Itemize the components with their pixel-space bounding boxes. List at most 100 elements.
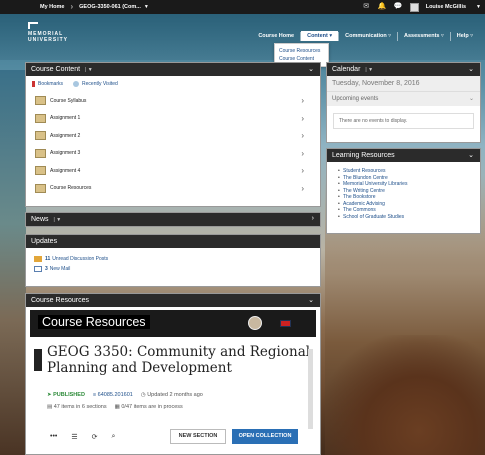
widget-header: Course Resources ⌄ bbox=[26, 294, 320, 307]
widget-menu-icon[interactable]: | ▼ bbox=[365, 67, 373, 73]
discussion-icon bbox=[34, 256, 42, 262]
update-count: 3 bbox=[45, 266, 48, 272]
content-item-label: Assignment 4 bbox=[50, 167, 81, 174]
update-mail[interactable]: 3 New Mail bbox=[26, 264, 320, 274]
main-nav: Course Home Content ▾ Communication ▿ As… bbox=[252, 31, 479, 41]
list-icon[interactable]: ☰ bbox=[71, 433, 77, 441]
widget-title: News bbox=[31, 216, 49, 223]
avatar[interactable] bbox=[409, 2, 419, 12]
widget-title: Learning Resources bbox=[332, 152, 395, 159]
university-logo[interactable]: MEMORIAL UNIVERSITY bbox=[28, 22, 74, 46]
tab-label: Bookmarks bbox=[38, 81, 64, 87]
upcoming-events-label: Upcoming events bbox=[332, 96, 379, 102]
collection-banner: Course Resources bbox=[30, 310, 316, 337]
folder-icon bbox=[35, 131, 46, 141]
learning-resources-widget: Learning Resources ⌄ Student Resources T… bbox=[326, 148, 481, 234]
nav-course-home[interactable]: Course Home bbox=[252, 31, 300, 41]
course-content-widget: Course Content | ▼ ⌄ Bookmarks Recently … bbox=[25, 62, 321, 207]
background-rock bbox=[320, 335, 485, 455]
collection-meta: ➤ PUBLISHED ≡ 64085.201601 ◷ Updated 2 m… bbox=[47, 392, 203, 398]
widget-header: Calendar | ▼ ⌄ bbox=[327, 63, 480, 76]
course-content-tabs: Bookmarks Recently Visited bbox=[26, 76, 320, 92]
chevron-right-icon: › bbox=[301, 166, 304, 176]
widget-title: Updates bbox=[31, 238, 58, 245]
items-count-label: 47 items in 6 sections bbox=[53, 404, 107, 410]
widget-title: Course Resources bbox=[31, 297, 89, 304]
content-item-label: Assignment 3 bbox=[50, 150, 81, 157]
more-icon[interactable]: ••• bbox=[50, 433, 57, 441]
chevron-down-icon[interactable]: ⌄ bbox=[308, 296, 314, 304]
user-name[interactable]: Louise McGillis bbox=[426, 4, 466, 10]
search-icon[interactable]: ⌕ bbox=[112, 433, 116, 441]
chevron-right-icon: › bbox=[301, 131, 304, 141]
upcoming-events-header[interactable]: Upcoming events ⌄ bbox=[327, 92, 480, 106]
course-selector[interactable]: GEOG-3350-061 (Com... bbox=[79, 4, 141, 10]
widget-header: Course Content | ▼ ⌄ bbox=[26, 63, 320, 76]
chevron-right-icon[interactable]: › bbox=[312, 215, 314, 222]
collection-heading: GEOG 3350: Community and Regional Planni… bbox=[47, 344, 311, 376]
language-flag-icon[interactable] bbox=[280, 320, 291, 327]
folder-icon bbox=[35, 166, 46, 176]
folder-icon bbox=[35, 96, 46, 106]
updated-info: ◷ Updated 2 months ago bbox=[140, 392, 203, 398]
course-resources-widget: Course Resources ⌄ Course Resources GEOG… bbox=[25, 293, 321, 455]
avatar[interactable] bbox=[248, 316, 262, 330]
dropdown-item-course-resources[interactable]: Course Resources bbox=[279, 47, 324, 55]
collection-body: GEOG 3350: Community and Regional Planni… bbox=[30, 337, 316, 454]
content-item-assignment-2[interactable]: Assignment 2 › bbox=[26, 127, 320, 145]
nav-communication[interactable]: Communication ▿ bbox=[339, 31, 397, 41]
scrollbar[interactable] bbox=[308, 349, 313, 429]
items-count: ▤ 47 items in 6 sections bbox=[47, 404, 107, 410]
update-discussion[interactable]: 11 Unread Discussion Posts bbox=[26, 254, 320, 264]
widget-menu-icon[interactable]: | ▼ bbox=[54, 217, 62, 223]
content-item-label: Course Resources bbox=[50, 185, 92, 192]
updates-widget: Updates 11 Unread Discussion Posts 3 New… bbox=[25, 234, 321, 287]
collection-toolbar: ••• ☰ ⟳ ⌕ bbox=[50, 433, 115, 441]
resource-link[interactable]: School of Graduate Studies bbox=[338, 214, 480, 221]
nav-content[interactable]: Content ▾ bbox=[301, 31, 339, 41]
content-item-label: Course Syllabus bbox=[50, 97, 87, 104]
widget-header: Learning Resources ⌄ bbox=[327, 149, 480, 162]
news-widget: News | ▼ › bbox=[25, 212, 321, 227]
messages-icon[interactable]: ✉ bbox=[362, 3, 371, 11]
content-item-course-resources[interactable]: Course Resources › bbox=[26, 180, 320, 198]
content-item-assignment-4[interactable]: Assignment 4 › bbox=[26, 162, 320, 180]
progress-label: 0/47 items are in process bbox=[121, 404, 183, 410]
sidebar-toggle-icon[interactable] bbox=[34, 349, 42, 371]
content-item-assignment-1[interactable]: Assignment 1 › bbox=[26, 110, 320, 128]
chevron-down-icon[interactable]: ⌄ bbox=[308, 65, 314, 73]
chevron-down-icon[interactable]: ⌄ bbox=[468, 65, 474, 73]
widget-title: Course Content bbox=[31, 66, 81, 73]
course-id: ≡ 64085.201601 bbox=[92, 392, 133, 398]
embedded-collection: Course Resources GEOG 3350: Community an… bbox=[30, 310, 316, 454]
refresh-icon[interactable]: ⟳ bbox=[92, 433, 98, 441]
nav-help[interactable]: Help ▿ bbox=[451, 31, 479, 41]
nav-assessments[interactable]: Assessments ▿ bbox=[398, 31, 450, 41]
logo-mark-icon bbox=[28, 22, 38, 29]
widget-title: Calendar bbox=[332, 66, 361, 73]
my-home-link[interactable]: My Home bbox=[40, 4, 64, 10]
content-item-syllabus[interactable]: Course Syllabus › bbox=[26, 92, 320, 110]
chevron-down-icon: ⌄ bbox=[468, 96, 474, 102]
updated-label: Updated 2 months ago bbox=[147, 392, 203, 398]
chevron-right-icon: › bbox=[301, 183, 304, 193]
chevron-down-icon[interactable]: ▼ bbox=[476, 4, 481, 10]
top-bar: My Home › GEOG-3350-061 (Com... ▼ ✉ 🔔 💬 … bbox=[0, 0, 485, 14]
notifications-icon[interactable]: 🔔 bbox=[378, 3, 387, 11]
chevron-right-icon: › bbox=[301, 148, 304, 158]
chevron-down-icon[interactable]: ⌄ bbox=[468, 151, 474, 159]
chevron-down-icon[interactable]: ▼ bbox=[144, 4, 149, 10]
tab-bookmarks[interactable]: Bookmarks bbox=[32, 81, 63, 87]
open-collection-button[interactable]: OPEN COLLECTION bbox=[232, 429, 298, 444]
calendar-date[interactable]: Tuesday, November 8, 2016 bbox=[327, 76, 480, 92]
content-item-assignment-3[interactable]: Assignment 3 › bbox=[26, 145, 320, 163]
topbar-right: ✉ 🔔 💬 Louise McGillis ▼ bbox=[362, 0, 481, 14]
bookmark-icon bbox=[32, 81, 35, 87]
tab-recently-visited[interactable]: Recently Visited bbox=[73, 81, 118, 87]
chat-icon[interactable]: 💬 bbox=[394, 3, 403, 11]
widget-menu-icon[interactable]: | ▼ bbox=[85, 67, 93, 73]
mail-icon bbox=[34, 266, 42, 272]
new-section-button[interactable]: NEW SECTION bbox=[170, 429, 226, 444]
chevron-right-icon: › bbox=[301, 113, 304, 123]
content-item-label: Assignment 1 bbox=[50, 115, 81, 122]
